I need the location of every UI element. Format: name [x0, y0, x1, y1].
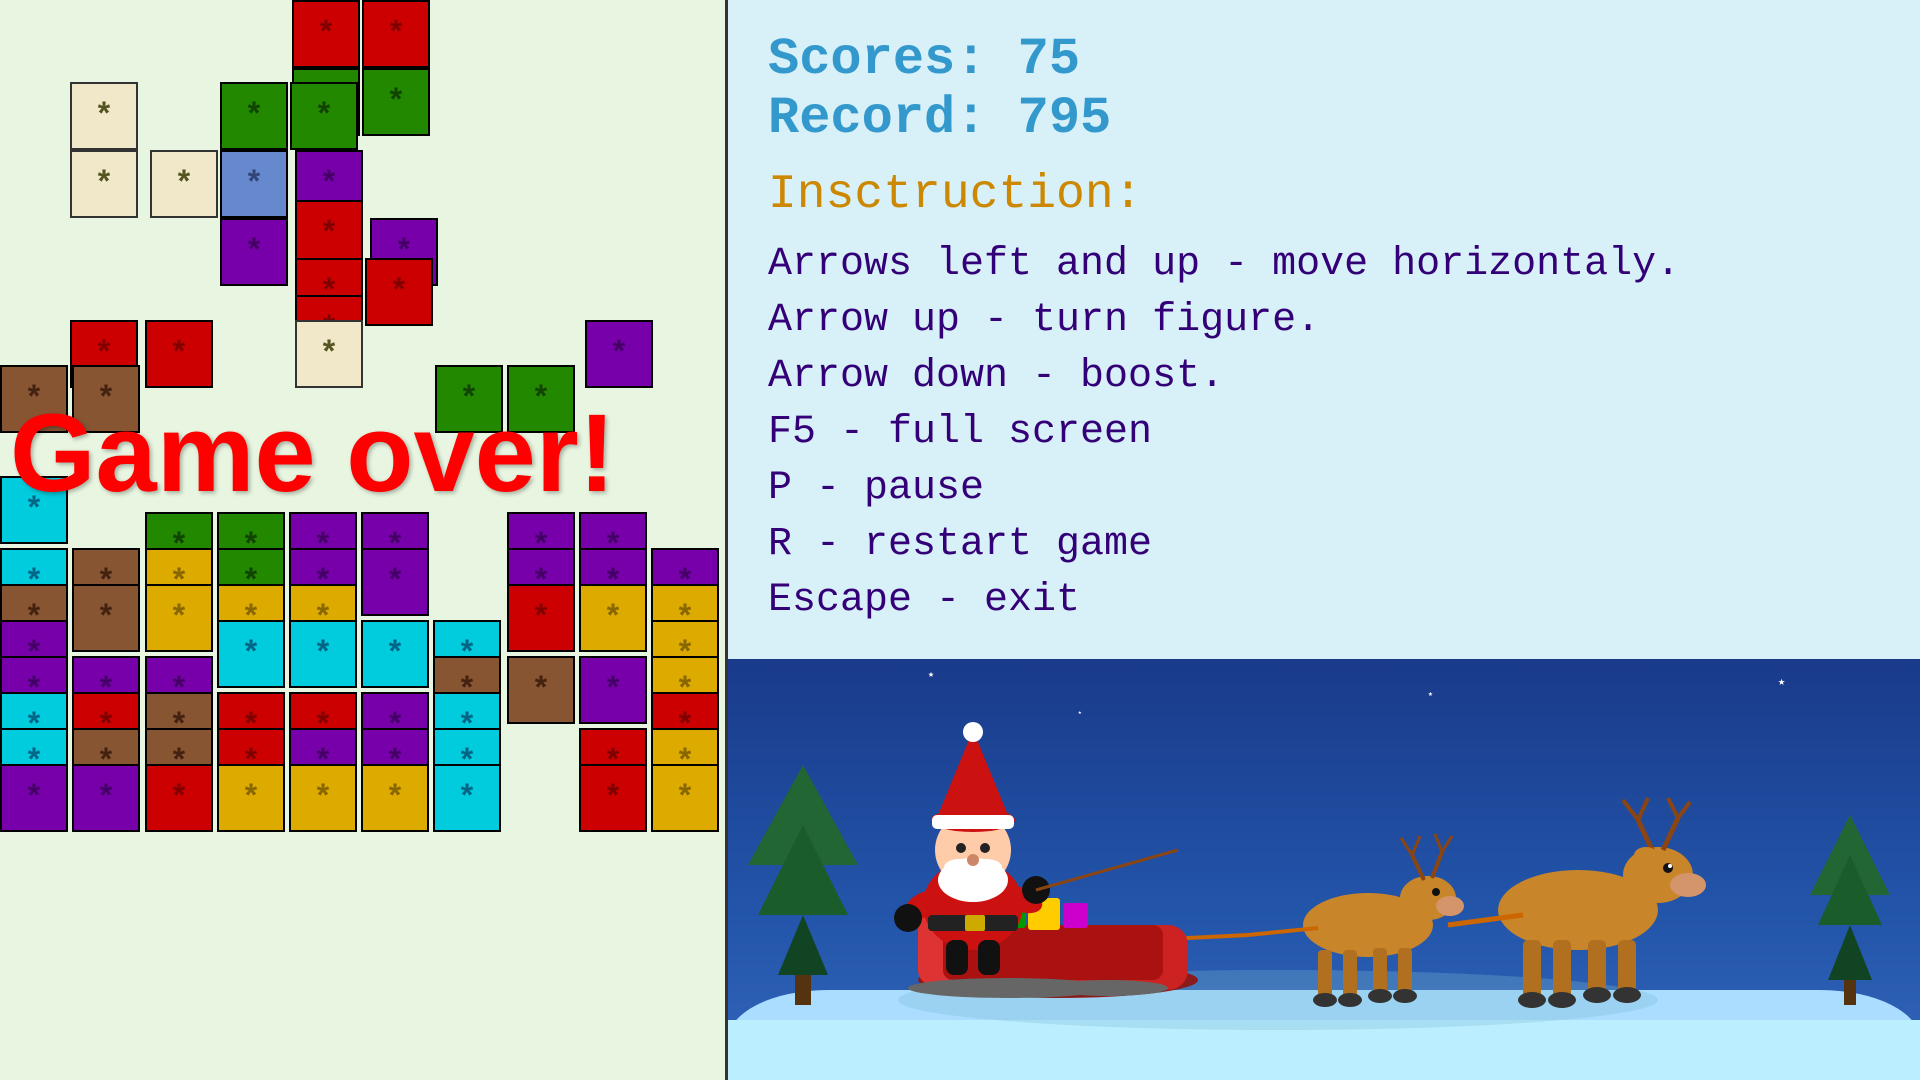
instruction-title: Insctruction:	[768, 168, 1880, 222]
game-grid: * * * * * * * * * * * * * * * * * * * * …	[0, 0, 725, 1080]
game-over-label: Game over!	[10, 390, 615, 517]
record-display: Record: 795	[768, 89, 1880, 148]
block: *	[220, 218, 288, 286]
instruction-line-1: Arrows left and up - move horizontaly.	[768, 242, 1680, 287]
scores-display: Scores: 75	[768, 30, 1880, 89]
block: *	[145, 764, 213, 832]
block: *	[72, 584, 140, 652]
block: *	[579, 764, 647, 832]
block: *	[362, 0, 430, 68]
block: *	[362, 68, 430, 136]
tree-2	[1810, 865, 1890, 1005]
block: *	[651, 764, 719, 832]
block: *	[292, 0, 360, 68]
block: *	[220, 82, 288, 150]
instruction-line-3: Arrow down - boost.	[768, 354, 1224, 399]
instructions-text: Arrows left and up - move horizontaly. A…	[768, 237, 1880, 629]
star: ★	[1778, 674, 1785, 689]
santa-svg	[828, 670, 1728, 1030]
block: *	[289, 620, 357, 688]
block: *	[579, 584, 647, 652]
block: *	[507, 656, 575, 724]
block: *	[585, 320, 653, 388]
block: *	[290, 82, 358, 150]
block: *	[0, 764, 68, 832]
block: *	[361, 548, 429, 616]
block: *	[365, 258, 433, 326]
block: *	[361, 764, 429, 832]
block: *	[579, 656, 647, 724]
block: *	[70, 150, 138, 218]
info-top: Scores: 75 Record: 795 Insctruction: Arr…	[728, 0, 1920, 659]
instruction-line-4: F5 - full screen	[768, 410, 1152, 455]
block: *	[70, 82, 138, 150]
block: *	[433, 764, 501, 832]
block: *	[289, 764, 357, 832]
instruction-line-5: P - pause	[768, 466, 984, 511]
block: *	[220, 150, 288, 218]
block: *	[361, 620, 429, 688]
instruction-line-7: Escape - exit	[768, 578, 1080, 623]
block: *	[150, 150, 218, 218]
block: *	[507, 584, 575, 652]
block: *	[145, 584, 213, 652]
block: *	[72, 764, 140, 832]
info-panel: Scores: 75 Record: 795 Insctruction: Arr…	[728, 0, 1920, 1080]
scores-section: Scores: 75 Record: 795	[768, 30, 1880, 148]
block: *	[217, 764, 285, 832]
block: *	[295, 320, 363, 388]
instruction-line-6: R - restart game	[768, 522, 1152, 567]
santa-scene-panel: ❄ ❄ ❄ ❄ ❄ ❄ ❄ ❄ ❄ ❄ ❄ ❄ ★ ★ ★ ★	[728, 659, 1920, 1080]
block: *	[217, 620, 285, 688]
instruction-line-2: Arrow up - turn figure.	[768, 298, 1320, 343]
block: *	[145, 320, 213, 388]
game-panel: * * * * * * * * * * * * * * * * * * * * …	[0, 0, 728, 1080]
